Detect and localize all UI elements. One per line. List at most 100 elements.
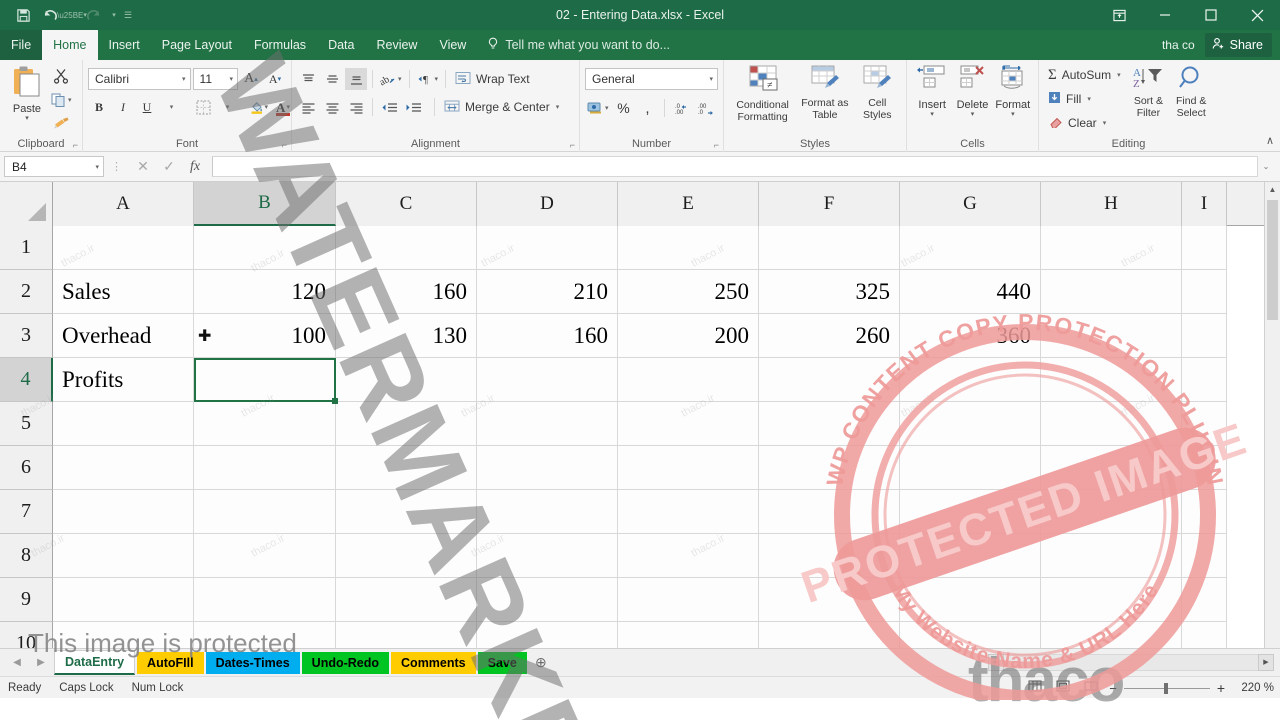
- cell-c5[interactable]: [336, 402, 477, 446]
- cell-f4[interactable]: [759, 358, 900, 402]
- prev-sheet-icon[interactable]: ◀: [6, 657, 28, 668]
- paste-button[interactable]: Paste ▾: [5, 63, 49, 133]
- alignment-dialog-launcher[interactable]: ⌐: [570, 140, 575, 150]
- scroll-right-icon[interactable]: ▶: [1258, 653, 1274, 671]
- fill-color-button[interactable]: ▾: [248, 96, 270, 118]
- align-middle-button[interactable]: [321, 68, 343, 90]
- borders-dropdown-icon[interactable]: ▾: [216, 96, 238, 118]
- scroll-left-icon[interactable]: ◀: [988, 653, 1004, 671]
- cell-a7[interactable]: [53, 490, 194, 534]
- customize-qat-icon[interactable]: ☰: [122, 3, 134, 27]
- row-header-9[interactable]: 9: [0, 578, 53, 622]
- collapse-ribbon-button[interactable]: ∧: [1266, 134, 1274, 147]
- increase-font-size-button[interactable]: A ▴: [240, 68, 262, 90]
- conditional-formatting-button[interactable]: ≠ Conditional Formatting: [729, 63, 796, 133]
- number-format-chevron-down-icon[interactable]: ▾: [709, 75, 713, 83]
- tell-me-box[interactable]: Tell me what you want to do...: [477, 30, 670, 60]
- cell-f5[interactable]: [759, 402, 900, 446]
- copy-button[interactable]: ▾: [49, 90, 74, 110]
- cell-a10[interactable]: [53, 622, 194, 648]
- cell-e2[interactable]: 250: [618, 270, 759, 314]
- cell-h7[interactable]: [1041, 490, 1182, 534]
- tab-page-layout[interactable]: Page Layout: [151, 30, 243, 60]
- zoom-level-label[interactable]: 220 %: [1232, 682, 1274, 694]
- column-header-c[interactable]: C: [336, 182, 477, 226]
- share-button[interactable]: Share: [1204, 33, 1272, 57]
- sort-filter-button[interactable]: AZ Sort & Filter: [1128, 63, 1170, 133]
- bold-button[interactable]: B: [88, 96, 110, 118]
- cell-c10[interactable]: [336, 622, 477, 648]
- cancel-entry-button[interactable]: ✕: [130, 158, 156, 175]
- name-box-chevron-down-icon[interactable]: ▾: [95, 163, 99, 171]
- insert-cells-button[interactable]: Insert ▾: [912, 63, 952, 133]
- font-size-chevron-down-icon[interactable]: ▾: [229, 75, 233, 83]
- align-center-button[interactable]: [321, 96, 343, 118]
- formula-input[interactable]: [212, 156, 1258, 177]
- cell-i10[interactable]: [1182, 622, 1227, 648]
- cell-b6[interactable]: [194, 446, 336, 490]
- autosum-button[interactable]: Σ AutoSum ▾: [1044, 65, 1128, 86]
- cell-i5[interactable]: [1182, 402, 1227, 446]
- format-cells-button[interactable]: Format ▾: [993, 63, 1033, 133]
- comma-style-button[interactable]: ,: [637, 97, 659, 119]
- minimize-icon[interactable]: [1142, 0, 1188, 30]
- delete-cells-button[interactable]: Delete ▾: [952, 63, 992, 133]
- cell-g9[interactable]: [900, 578, 1041, 622]
- merge-center-dropdown-icon[interactable]: ▾: [556, 103, 560, 111]
- insert-function-button[interactable]: fx: [182, 159, 208, 175]
- expand-formula-bar-icon[interactable]: ⌄: [1258, 162, 1274, 171]
- cell-e1[interactable]: [618, 226, 759, 270]
- text-direction-dropdown-icon[interactable]: ▾: [435, 75, 439, 83]
- font-name-chevron-down-icon[interactable]: ▾: [182, 75, 186, 83]
- cell-g2[interactable]: 440: [900, 270, 1041, 314]
- clear-dropdown-icon[interactable]: ▾: [1103, 119, 1107, 127]
- row-header-8[interactable]: 8: [0, 534, 53, 578]
- clear-button[interactable]: Clear ▾: [1044, 112, 1128, 133]
- cell-c8[interactable]: [336, 534, 477, 578]
- cell-c3[interactable]: 130: [336, 314, 477, 358]
- cell-h5[interactable]: [1041, 402, 1182, 446]
- column-header-h[interactable]: H: [1041, 182, 1182, 226]
- tab-review[interactable]: Review: [365, 30, 428, 60]
- tab-view[interactable]: View: [428, 30, 477, 60]
- sheet-tab-dataentry[interactable]: DataEntry: [54, 650, 136, 675]
- cell-d1[interactable]: [477, 226, 618, 270]
- cell-f1[interactable]: [759, 226, 900, 270]
- increase-indent-button[interactable]: [402, 96, 424, 118]
- cell-d7[interactable]: [477, 490, 618, 534]
- orientation-dropdown-icon[interactable]: ▾: [398, 75, 402, 83]
- cell-h3[interactable]: [1041, 314, 1182, 358]
- row-header-1[interactable]: 1: [0, 226, 53, 270]
- cell-b7[interactable]: [194, 490, 336, 534]
- tab-insert[interactable]: Insert: [98, 30, 151, 60]
- scroll-up-icon[interactable]: ▲: [1265, 182, 1280, 198]
- cell-a2[interactable]: Sales: [53, 270, 194, 314]
- cell-i3[interactable]: [1182, 314, 1227, 358]
- number-dialog-launcher[interactable]: ⌐: [714, 140, 719, 150]
- cell-f10[interactable]: [759, 622, 900, 648]
- cell-a9[interactable]: [53, 578, 194, 622]
- font-color-dropdown-icon[interactable]: ▾: [286, 103, 290, 111]
- hscroll-grip[interactable]: ⋮: [974, 657, 985, 668]
- column-header-d[interactable]: D: [477, 182, 618, 226]
- column-header-g[interactable]: G: [900, 182, 1041, 226]
- insert-dropdown-icon[interactable]: ▾: [930, 111, 934, 118]
- cell-a5[interactable]: [53, 402, 194, 446]
- redo-icon[interactable]: [80, 3, 106, 27]
- cell-a8[interactable]: [53, 534, 194, 578]
- view-normal-icon[interactable]: [1025, 680, 1045, 696]
- sheet-tab-undo-redo[interactable]: Undo-Redo: [301, 651, 390, 674]
- save-icon[interactable]: [10, 3, 36, 27]
- cell-c6[interactable]: [336, 446, 477, 490]
- cell-g6[interactable]: [900, 446, 1041, 490]
- decrease-font-size-button[interactable]: A ▾: [264, 68, 286, 90]
- decrease-decimal-button[interactable]: .00.0: [695, 97, 718, 119]
- format-painter-button[interactable]: [49, 113, 74, 133]
- cell-b8[interactable]: [194, 534, 336, 578]
- autosum-dropdown-icon[interactable]: ▾: [1117, 71, 1121, 79]
- cell-c4[interactable]: [336, 358, 477, 402]
- font-name-combo[interactable]: Calibri ▾: [88, 68, 191, 90]
- cell-e9[interactable]: [618, 578, 759, 622]
- zoom-in-button[interactable]: +: [1217, 680, 1225, 696]
- cell-a6[interactable]: [53, 446, 194, 490]
